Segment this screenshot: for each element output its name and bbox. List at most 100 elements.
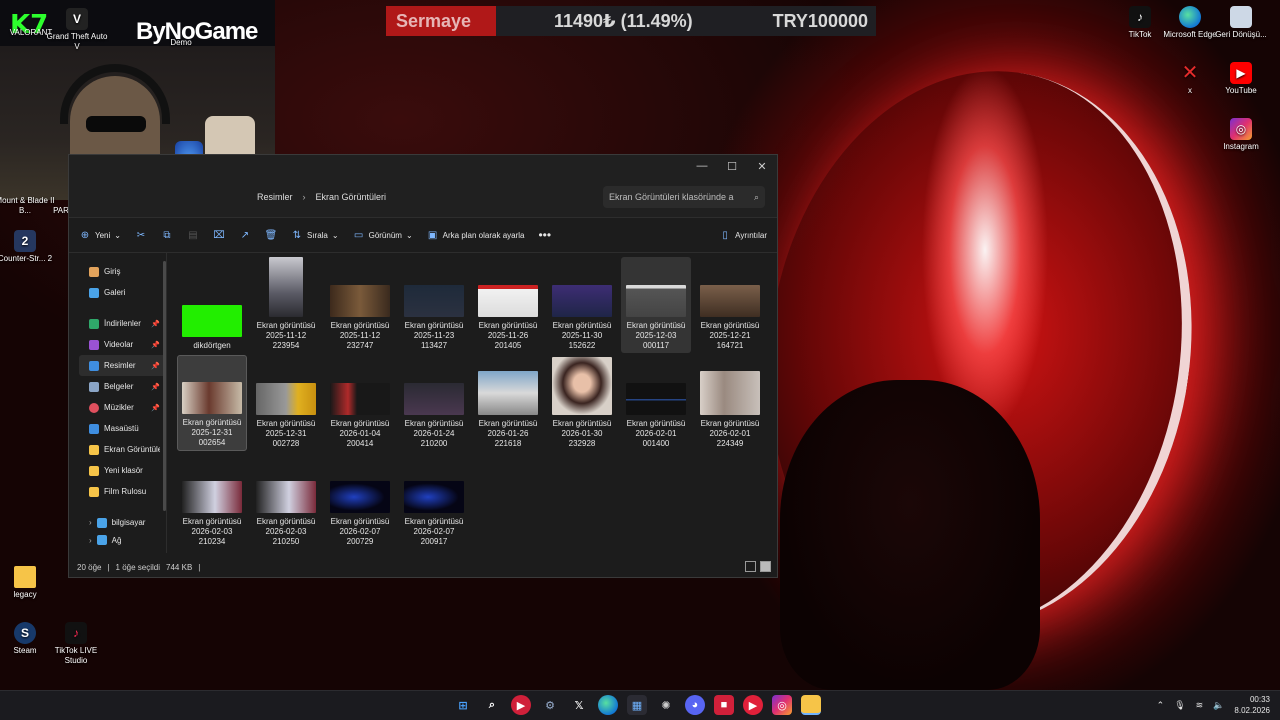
desktop-icon-label: TikTok LIVE Studio bbox=[54, 646, 98, 665]
youtube-icon: ▶ bbox=[1230, 62, 1252, 84]
app-red-icon[interactable]: ■ bbox=[714, 695, 734, 715]
nav-label: bilgisayar bbox=[111, 518, 146, 527]
file-item[interactable]: Ekran görüntüsü 2026-01-24 210200 bbox=[399, 355, 469, 451]
desktop-icon-demo[interactable]: Demo bbox=[150, 38, 212, 48]
nav-item-screenshots[interactable]: Ekran Görüntüleri bbox=[79, 439, 166, 460]
screenshot-thumbnail bbox=[626, 383, 686, 415]
search-icon[interactable]: ⌕ bbox=[482, 695, 502, 715]
desktop-icon-instagram[interactable]: ◎ Instagram bbox=[1210, 118, 1272, 152]
store-icon[interactable]: ▦ bbox=[627, 695, 647, 715]
file-item[interactable]: Ekran görüntüsü 2026-01-26 221618 bbox=[473, 355, 543, 451]
file-name-line: Ekran görüntüsü bbox=[182, 517, 242, 526]
file-item[interactable]: Ekran görüntüsü 2025-11-26 201405 bbox=[473, 257, 543, 353]
file-name: Ekran görüntüsü 2025-11-12 232747 bbox=[331, 321, 390, 351]
status-bar: 20 öğe | 1 öğe seçildi 744 KB | bbox=[69, 557, 777, 577]
view-button[interactable]: ▭ Görünüm ⌄ bbox=[353, 229, 413, 241]
chevron-up-icon[interactable]: ⌃ bbox=[1157, 700, 1165, 711]
close-button[interactable]: ✕ bbox=[747, 160, 777, 173]
nav-item-network[interactable]: › Ağ bbox=[79, 533, 166, 547]
x-mark-icon: ✕ bbox=[1181, 62, 1199, 84]
file-item[interactable]: Ekran görüntüsü 2026-02-03 210250 bbox=[251, 453, 321, 549]
desktop-icon-legacy[interactable]: legacy bbox=[0, 566, 56, 600]
file-item[interactable]: Ekran görüntüsü 2025-11-12 223954 bbox=[251, 257, 321, 353]
rename-button[interactable]: ⌧ bbox=[213, 229, 225, 241]
discord-icon[interactable]: ◕ bbox=[685, 695, 705, 715]
desktop-icon-tiktok-live[interactable]: ♪ TikTok LIVE Studio bbox=[45, 622, 107, 666]
nav-item-film-roll[interactable]: Film Rulosu bbox=[79, 481, 166, 502]
navigation-pane: Giriş Galeri İndirilenler 📌 Videolar 📌 Res… bbox=[69, 253, 167, 553]
file-name-line: 002728 bbox=[272, 439, 300, 448]
details-button[interactable]: ▯ Ayrıntılar bbox=[719, 229, 767, 241]
nav-item-desktop[interactable]: Masaüstü bbox=[79, 418, 166, 439]
file-item[interactable]: Ekran görüntüsü 2025-11-12 232747 bbox=[325, 257, 395, 353]
file-item[interactable]: Ekran görüntüsü 2026-02-03 210234 bbox=[177, 453, 247, 549]
nav-item-videos[interactable]: Videolar 📌 bbox=[79, 334, 166, 355]
windows-start-icon[interactable]: ⊞ bbox=[453, 695, 473, 715]
file-item[interactable]: Ekran görüntüsü 2026-02-01 224349 bbox=[695, 355, 765, 451]
desktop-icon-youtube[interactable]: ▶ YouTube bbox=[1210, 62, 1272, 96]
chatgpt-icon[interactable]: ✺ bbox=[656, 695, 676, 715]
paste-button[interactable]: ▤ bbox=[187, 229, 199, 241]
search-input[interactable]: Ekran Görüntüleri klasöründe a ⌕ bbox=[603, 186, 765, 208]
file-item[interactable]: Ekran görüntüsü 2025-12-03 000117 bbox=[621, 257, 691, 353]
new-button[interactable]: ⊕ Yeni ⌄ bbox=[79, 229, 121, 241]
nav-item-documents[interactable]: Belgeler 📌 bbox=[79, 376, 166, 397]
file-item-selected[interactable]: Ekran görüntüsü 2025-12-31 002654 bbox=[177, 355, 247, 451]
settings-gear-icon[interactable]: ⚙ bbox=[540, 695, 560, 715]
share-icon: ↗ bbox=[240, 229, 250, 241]
microphone-icon[interactable]: 🎙 bbox=[1174, 700, 1185, 711]
file-explorer-icon[interactable] bbox=[801, 695, 821, 715]
file-item[interactable]: Ekran görüntüsü 2026-02-07 200729 bbox=[325, 453, 395, 549]
breadcrumb-current[interactable]: Ekran Görüntüleri bbox=[316, 192, 387, 202]
file-item[interactable]: Ekran görüntüsü 2025-12-31 002728 bbox=[251, 355, 321, 451]
file-name-line: 210250 bbox=[272, 537, 300, 546]
maximize-button[interactable]: ☐ bbox=[717, 160, 747, 173]
details-view-button[interactable] bbox=[745, 561, 756, 572]
file-item[interactable]: Ekran görüntüsü 2025-11-30 152622 bbox=[547, 257, 617, 353]
green-rectangle-thumbnail bbox=[182, 305, 242, 337]
media-player-icon[interactable]: ▶ bbox=[511, 695, 531, 715]
desktop-icon-counter-strike[interactable]: 2 Counter-Str... 2 bbox=[0, 230, 56, 264]
wifi-icon[interactable]: ≋ bbox=[1196, 700, 1204, 711]
desktop-icon-recycle-bin[interactable]: Geri Dönüşü... bbox=[1210, 6, 1272, 40]
instagram-icon[interactable]: ◎ bbox=[772, 695, 792, 715]
file-item[interactable]: Ekran görüntüsü 2025-12-21 164721 bbox=[695, 257, 765, 353]
nav-item-this-pc[interactable]: › bilgisayar bbox=[79, 512, 166, 533]
breadcrumb-parent[interactable]: Resimler bbox=[257, 192, 293, 202]
music-icon bbox=[89, 402, 99, 413]
file-item[interactable]: Ekran görüntüsü 2026-02-07 200917 bbox=[399, 453, 469, 549]
file-item[interactable]: Ekran görüntüsü 2026-01-04 200414 bbox=[325, 355, 395, 451]
minimize-button[interactable]: — bbox=[687, 160, 717, 172]
nav-item-downloads[interactable]: İndirilenler 📌 bbox=[79, 313, 166, 334]
share-button[interactable]: ↗ bbox=[239, 229, 251, 241]
cut-button[interactable]: ✂ bbox=[135, 229, 147, 241]
file-item[interactable]: Ekran görüntüsü 2026-02-01 001400 bbox=[621, 355, 691, 451]
sort-button[interactable]: ⇅ Sırala ⌄ bbox=[291, 229, 339, 241]
delete-button[interactable]: 🗑 bbox=[265, 229, 278, 241]
nav-label: Galeri bbox=[104, 288, 126, 297]
file-name: Ekran görüntüsü 2026-02-01 001400 bbox=[627, 419, 686, 449]
nav-item-gallery[interactable]: Galeri bbox=[79, 282, 166, 303]
file-item[interactable]: dikdörtgen bbox=[177, 257, 247, 353]
file-grid: dikdörtgen Ekran görüntüsü 2025-11-12 2239… bbox=[167, 253, 777, 553]
ticker-label: Sermaye bbox=[386, 6, 496, 36]
large-icons-view-button[interactable] bbox=[760, 561, 771, 572]
set-background-button[interactable]: ▣ Arka plan olarak ayarla bbox=[427, 229, 525, 241]
nav-item-home[interactable]: Giriş bbox=[79, 261, 166, 282]
desktop-icon-gta[interactable]: V Grand Theft Auto V bbox=[46, 8, 108, 52]
copy-button[interactable]: ⧉ bbox=[161, 229, 173, 241]
more-options-button[interactable]: ••• bbox=[538, 228, 551, 242]
nav-item-new-folder[interactable]: Yeni klasör bbox=[79, 460, 166, 481]
nav-item-pictures[interactable]: Resimler 📌 bbox=[79, 355, 166, 376]
file-item[interactable]: Ekran görüntüsü 2025-11-23 113427 bbox=[399, 257, 469, 353]
clock[interactable]: 00:33 8.02.2026 bbox=[1234, 694, 1270, 716]
edge-icon[interactable] bbox=[598, 695, 618, 715]
home-icon bbox=[89, 266, 99, 277]
volume-icon[interactable]: 🔈 bbox=[1213, 700, 1224, 711]
x-app-icon[interactable]: 𝕏 bbox=[569, 695, 589, 715]
youtube-music-icon[interactable]: ▶ bbox=[743, 695, 763, 715]
nav-item-music[interactable]: Müzikler 📌 bbox=[79, 397, 166, 418]
file-item[interactable]: Ekran görüntüsü 2026-01-30 232928 bbox=[547, 355, 617, 451]
nav-label: Ağ bbox=[111, 535, 122, 545]
nav-scrollbar[interactable] bbox=[163, 261, 166, 511]
